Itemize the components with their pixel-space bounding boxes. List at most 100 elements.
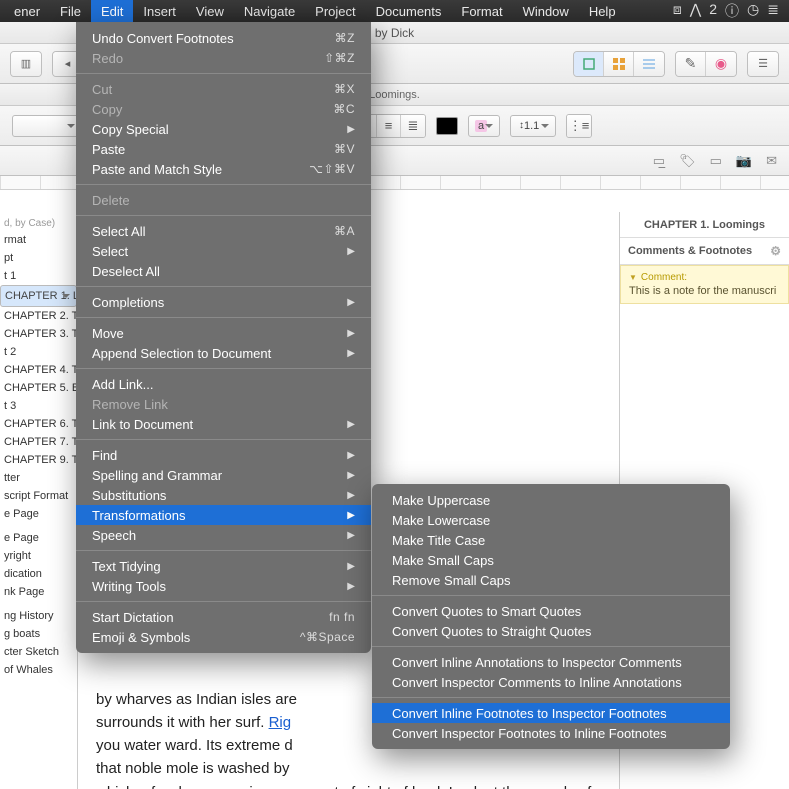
menu-item[interactable]: Spelling and Grammar▶ — [76, 465, 371, 485]
binder-item[interactable]: CHAPTER 5. B — [0, 379, 77, 397]
menu-item[interactable]: Deselect All — [76, 261, 371, 281]
menu-item[interactable]: Cut⌘X — [76, 79, 371, 99]
menu-item[interactable]: Link to Document▶ — [76, 414, 371, 434]
binder-item[interactable]: t 1 — [0, 267, 77, 285]
submenu-item[interactable]: Make Small Caps — [372, 550, 730, 570]
menu-insert[interactable]: Insert — [133, 0, 186, 22]
line-spacing-select[interactable]: ↕ 1.1 — [510, 115, 556, 137]
menu-item[interactable]: Completions▶ — [76, 292, 371, 312]
highlight-select[interactable]: a — [468, 115, 500, 137]
inspector-comment[interactable]: Comment: This is a note for the manuscri — [620, 265, 789, 304]
binder-item[interactable]: cter Sketch — [0, 643, 77, 661]
binder-item[interactable]: t 3 — [0, 397, 77, 415]
binder-item[interactable]: t 2 — [0, 343, 77, 361]
comments-tab-icon[interactable]: ✉ — [766, 153, 777, 169]
menu-item[interactable]: Copy⌘C — [76, 99, 371, 119]
menu-navigate[interactable]: Navigate — [234, 0, 305, 22]
align-justify[interactable]: ≣ — [401, 115, 425, 137]
transformations-submenu[interactable]: Make UppercaseMake LowercaseMake Title C… — [372, 484, 730, 749]
menu-project[interactable]: Project — [305, 0, 365, 22]
binder-item[interactable]: of Whales — [0, 661, 77, 679]
dropbox-icon[interactable]: ⧈ — [673, 1, 682, 21]
view-mode-group[interactable] — [573, 51, 665, 77]
menu-item[interactable]: Find▶ — [76, 445, 371, 465]
menu-item[interactable]: Start Dictationfn fn — [76, 607, 371, 627]
submenu-item[interactable]: Convert Inspector Footnotes to Inline Fo… — [372, 723, 730, 743]
menu-item[interactable]: Undo Convert Footnotes⌘Z — [76, 28, 371, 48]
menu-item[interactable]: Remove Link — [76, 394, 371, 414]
clock-icon[interactable]: ◷ — [747, 1, 759, 21]
submenu-item[interactable]: Remove Small Caps — [372, 570, 730, 590]
submenu-item[interactable]: Convert Inspector Comments to Inline Ann… — [372, 672, 730, 692]
menu-item[interactable]: Move▶ — [76, 323, 371, 343]
bookmarks-tab-icon[interactable]: 🏷 — [679, 153, 696, 169]
submenu-item[interactable]: Convert Quotes to Straight Quotes — [372, 621, 730, 641]
menu-item[interactable]: Add Link... — [76, 374, 371, 394]
submenu-item[interactable]: Make Lowercase — [372, 510, 730, 530]
binder-toggle-group[interactable]: ▥ — [10, 51, 42, 77]
menu-item[interactable]: Transformations▶ — [76, 505, 371, 525]
menu-format[interactable]: Format — [451, 0, 512, 22]
menu-item[interactable]: Speech▶ — [76, 525, 371, 545]
menubar[interactable]: ener FileEditInsertViewNavigateProjectDo… — [0, 0, 789, 22]
misc-group[interactable]: ✎ ◉ — [675, 51, 737, 77]
bookmark-button[interactable]: ◉ — [706, 52, 736, 76]
menu-item[interactable]: Text Tidying▶ — [76, 556, 371, 576]
binder-item[interactable]: pt — [0, 249, 77, 267]
binder-item[interactable]: CHAPTER 9. T — [0, 451, 77, 469]
binder-item[interactable]: script Format — [0, 487, 77, 505]
align-right[interactable]: ≡ — [377, 115, 401, 137]
list-button[interactable]: ⋮≡ — [567, 115, 591, 137]
inspector-section-title[interactable]: Comments & Footnotes ⚙ — [620, 238, 789, 264]
submenu-item[interactable]: Convert Inline Footnotes to Inspector Fo… — [372, 703, 730, 723]
edit-menu-dropdown[interactable]: Undo Convert Footnotes⌘ZRedo⇧⌘ZCut⌘XCopy… — [76, 22, 371, 653]
menu-item[interactable]: Copy Special▶ — [76, 119, 371, 139]
binder-toggle[interactable]: ▥ — [11, 52, 41, 76]
menu-item[interactable]: Paste and Match Style⌥⇧⌘V — [76, 159, 371, 179]
binder[interactable]: d, by Case) rmatptt 1CHAPTER 1. LCHAPTER… — [0, 212, 78, 789]
binder-item[interactable]: e Page — [0, 529, 77, 547]
binder-item[interactable]: g boats — [0, 625, 77, 643]
menu-edit[interactable]: Edit — [91, 0, 133, 22]
metadata-tab-icon[interactable]: ▭ — [710, 153, 722, 169]
menu-view[interactable]: View — [186, 0, 234, 22]
menu-item[interactable]: Append Selection to Document▶ — [76, 343, 371, 363]
view-outline[interactable] — [634, 52, 664, 76]
binder-item[interactable]: CHAPTER 7. T — [0, 433, 77, 451]
binder-item[interactable]: CHAPTER 2. T — [0, 307, 77, 325]
view-cork[interactable] — [604, 52, 634, 76]
menu-item[interactable]: Substitutions▶ — [76, 485, 371, 505]
binder-item[interactable]: CHAPTER 3. T — [0, 325, 77, 343]
text-color-swatch[interactable] — [436, 117, 458, 135]
menu-item[interactable]: Writing Tools▶ — [76, 576, 371, 596]
view-doc[interactable] — [574, 52, 604, 76]
binder-item[interactable]: rmat — [0, 231, 77, 249]
binder-item[interactable]: tter — [0, 469, 77, 487]
menu-item[interactable]: Emoji & Symbols^⌘Space — [76, 627, 371, 647]
binder-item[interactable]: yright — [0, 547, 77, 565]
menu-item[interactable]: Select All⌘A — [76, 221, 371, 241]
menu-item[interactable]: Paste⌘V — [76, 139, 371, 159]
menu-file[interactable]: File — [50, 0, 91, 22]
binder-item[interactable]: CHAPTER 1. L — [0, 285, 77, 307]
gear-icon[interactable]: ⚙ — [770, 244, 781, 258]
info-icon[interactable]: ⓘ — [725, 1, 739, 21]
menu-documents[interactable]: Documents — [366, 0, 452, 22]
menu-help[interactable]: Help — [579, 0, 626, 22]
binder-item[interactable]: e Page — [0, 505, 77, 523]
snapshots-tab-icon[interactable]: 📷 — [736, 153, 752, 169]
inspector-toggle[interactable]: ☰ — [748, 52, 778, 76]
editor-link[interactable]: Rig — [269, 714, 292, 731]
menu-item[interactable]: Select▶ — [76, 241, 371, 261]
binder-item[interactable]: dication — [0, 565, 77, 583]
binder-item[interactable]: nk Page — [0, 583, 77, 601]
notes-tab-icon[interactable]: ▭̲ — [653, 153, 665, 169]
app-menu[interactable]: ener — [4, 0, 50, 22]
menu-window[interactable]: Window — [513, 0, 579, 22]
submenu-item[interactable]: Make Uppercase — [372, 490, 730, 510]
binder-item[interactable]: CHAPTER 6. T — [0, 415, 77, 433]
submenu-item[interactable]: Convert Inline Annotations to Inspector … — [372, 652, 730, 672]
new-doc-button[interactable]: ✎ — [676, 52, 706, 76]
overflow-icon[interactable]: ≣ — [767, 1, 779, 21]
binder-item[interactable]: CHAPTER 4. T — [0, 361, 77, 379]
